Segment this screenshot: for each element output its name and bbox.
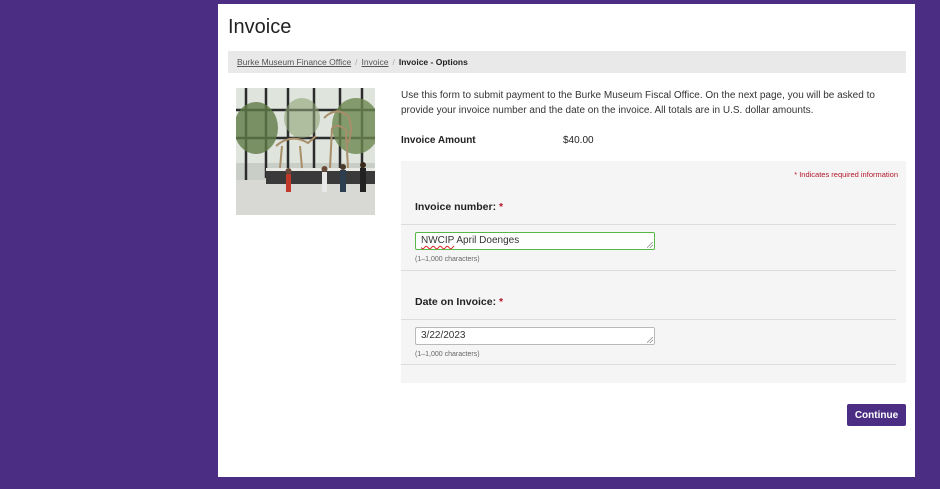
- divider: [401, 364, 896, 365]
- invoice-number-input[interactable]: NWCIP April Doenges: [415, 232, 655, 250]
- required-star: *: [499, 296, 504, 308]
- required-star: *: [499, 201, 504, 213]
- museum-photo: [236, 88, 375, 215]
- divider: [401, 270, 896, 271]
- invoice-amount-value: $40.00: [563, 135, 594, 146]
- breadcrumb-link-invoice[interactable]: Invoice: [362, 57, 389, 67]
- page-title: Invoice: [228, 16, 292, 38]
- breadcrumb-link-finance-office[interactable]: Burke Museum Finance Office: [237, 57, 351, 67]
- invoice-number-label: Invoice number: *: [415, 201, 503, 213]
- invoice-form-panel: * Indicates required information Invoice…: [401, 161, 906, 383]
- breadcrumb-separator: /: [355, 57, 358, 67]
- page-container: Invoice Burke Museum Finance Office / Invo…: [218, 4, 915, 477]
- invoice-date-hint: (1–1,000 characters): [415, 351, 480, 358]
- invoice-date-label-text: Date on Invoice:: [415, 296, 497, 308]
- invoice-date-value: 3/22/2023: [421, 330, 466, 341]
- invoice-date-input[interactable]: 3/22/2023: [415, 327, 655, 345]
- breadcrumb: Burke Museum Finance Office / Invoice / Invo…: [228, 51, 906, 73]
- divider: [401, 319, 896, 320]
- invoice-number-hint: (1–1,000 characters): [415, 256, 480, 263]
- invoice-amount-label: Invoice Amount: [401, 135, 476, 146]
- required-info-note: * Indicates required information: [794, 170, 898, 179]
- resize-grip-icon[interactable]: [647, 242, 653, 248]
- invoice-date-label: Date on Invoice: *: [415, 296, 503, 308]
- invoice-number-value: April Doenges: [454, 235, 520, 246]
- invoice-number-value-misspelled: NWCIP: [421, 235, 455, 246]
- continue-button[interactable]: Continue: [847, 404, 906, 426]
- invoice-number-label-text: Invoice number:: [415, 201, 497, 213]
- form-description: Use this form to submit payment to the B…: [401, 90, 875, 116]
- breadcrumb-current: Invoice - Options: [398, 57, 468, 67]
- breadcrumb-separator: /: [392, 57, 395, 67]
- divider: [401, 224, 896, 225]
- resize-grip-icon[interactable]: [647, 337, 653, 343]
